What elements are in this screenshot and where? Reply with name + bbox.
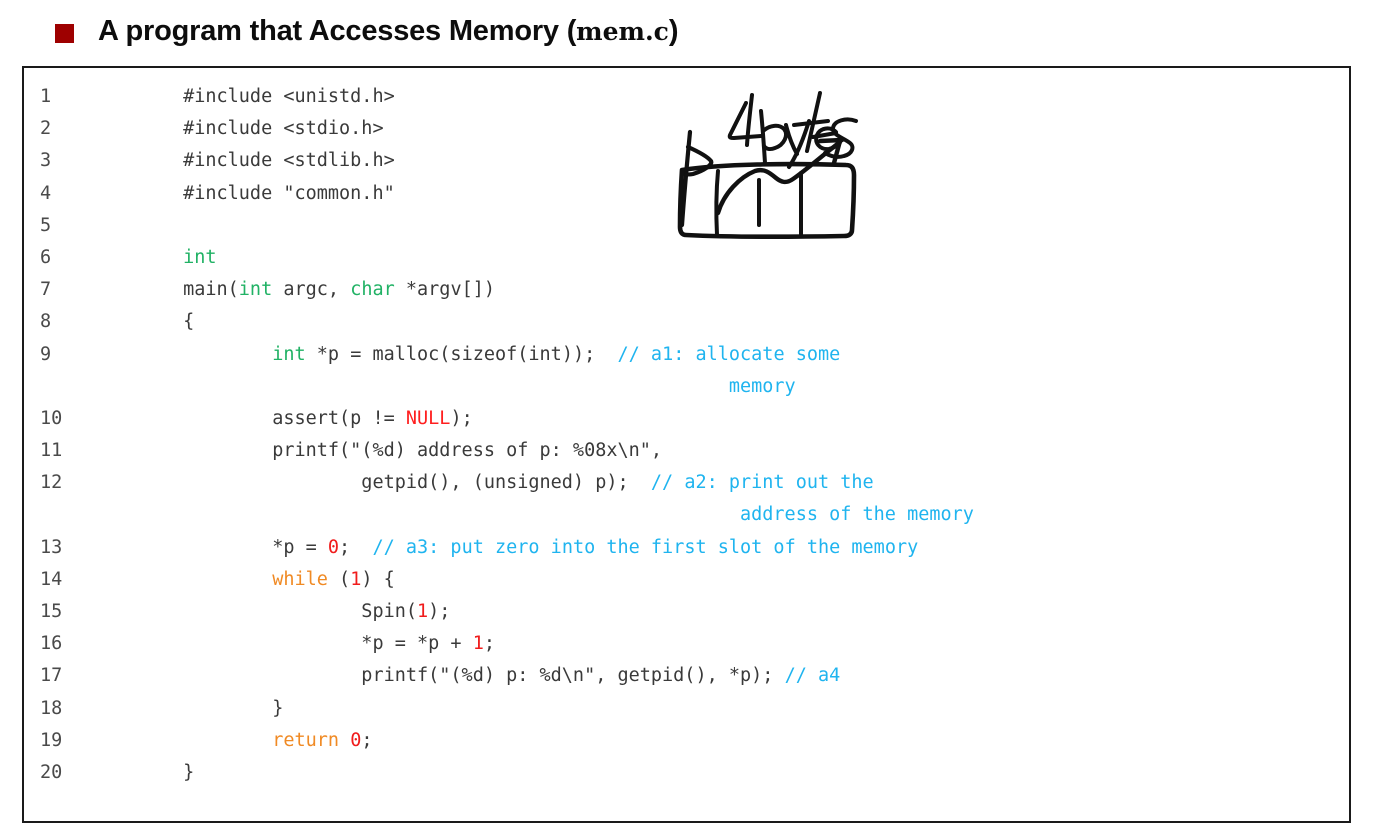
code-token-plain: }	[94, 697, 284, 719]
code-token-kw: int	[183, 246, 217, 268]
code-token-plain: *argv[])	[394, 279, 495, 301]
code-token-plain: );	[428, 601, 451, 622]
code-line: 20 }	[24, 757, 1349, 789]
code-line: 8 {	[24, 306, 1349, 338]
code-token-kw: int	[238, 279, 273, 301]
code-line: 5	[24, 210, 1349, 242]
code-token-plain: printf("(%d) p: %d\n", getpid(), *p);	[94, 665, 785, 687]
code-token-plain: }	[94, 761, 195, 783]
code-line: address of the memory	[24, 499, 1349, 531]
code-line-number: 14	[40, 568, 63, 590]
code-line-number: 9	[40, 343, 52, 365]
code-line: 19 return 0;	[24, 725, 1349, 757]
code-token-num: 0	[327, 536, 340, 558]
code-line: memory	[24, 371, 1349, 403]
code-line: 10 assert(p != NULL);	[24, 403, 1349, 435]
code-line-number: 20	[40, 761, 63, 783]
code-line: 6 int	[24, 242, 1349, 274]
slide-title-row: A program that Accesses Memory (mem.c)	[0, 0, 1377, 62]
code-line-number: 15	[40, 601, 63, 622]
code-token-plain: #include <stdio.h>	[94, 118, 384, 140]
code-token-ctrl: while	[272, 568, 328, 590]
code-line-number: 10	[40, 407, 63, 429]
code-line-number: 8	[40, 311, 52, 333]
code-line-number: 18	[40, 697, 63, 719]
code-token-num: 1	[472, 633, 484, 655]
bullet-square-icon	[55, 23, 74, 43]
page-title-filename: mem.c	[576, 16, 669, 46]
code-listing: 1 #include <unistd.h> 2 #include <stdio.h…	[24, 81, 1349, 789]
code-line: 12 getpid(), (unsigned) p); // a2: print…	[24, 467, 1349, 499]
page-title: A program that Accesses Memory (mem.c)	[98, 14, 679, 48]
code-line-number: 5	[40, 214, 52, 236]
code-token-plain: *p = malloc(sizeof(int));	[305, 343, 618, 365]
code-line: 7 main(int argc, char *argv[])	[24, 274, 1349, 306]
code-token-plain: main(	[94, 279, 239, 301]
code-token-plain: *p =	[94, 536, 328, 558]
code-line-number: 13	[40, 536, 63, 558]
code-line: 4 #include "common.h"	[24, 178, 1349, 210]
code-token-plain: (	[327, 568, 351, 590]
code-line: 16 *p = *p + 1;	[24, 628, 1349, 660]
code-line: 14 while (1) {	[24, 564, 1349, 596]
code-token-plain: );	[450, 407, 473, 429]
code-line-number: 12	[40, 472, 63, 494]
code-token-cmt: // a3: put zero into the first slot of t…	[372, 536, 919, 558]
code-line: 15 Spin(1);	[24, 596, 1349, 628]
code-token-plain: #include "common.h"	[94, 182, 395, 204]
code-line-number: 6	[40, 246, 52, 268]
code-line: 17 printf("(%d) p: %d\n", getpid(), *p);…	[24, 660, 1349, 692]
code-line: 2 #include <stdio.h>	[24, 113, 1349, 145]
code-token-kw: char	[350, 279, 395, 301]
code-line: 3 #include <stdlib.h>	[24, 145, 1349, 177]
code-token-num: 1	[417, 601, 429, 622]
code-token-plain: printf("(%d) address of p: %08x\n",	[94, 440, 663, 462]
code-line: 1 #include <unistd.h>	[24, 81, 1349, 113]
code-token-plain: ) {	[361, 568, 395, 590]
code-token-num: 0	[350, 729, 362, 751]
code-line-number: 16	[40, 633, 63, 655]
page-title-prefix: A program that Accesses Memory (	[98, 14, 577, 47]
code-line-number: 7	[40, 279, 52, 301]
code-token-kw: int	[272, 343, 306, 365]
page-title-suffix: )	[668, 14, 679, 47]
code-line-number: 1	[40, 86, 52, 107]
code-listing-box: 1 #include <unistd.h> 2 #include <stdio.h…	[22, 66, 1351, 823]
code-token-plain: argc,	[272, 279, 351, 301]
code-line-number: 19	[40, 729, 63, 751]
code-token-plain: #include <stdlib.h>	[94, 150, 395, 172]
code-line: 13 *p = 0; // a3: put zero into the firs…	[24, 532, 1349, 564]
code-line-number: 4	[40, 182, 52, 204]
code-token-cmt: address of the memory	[94, 504, 974, 526]
code-token-plain: ;	[361, 729, 373, 751]
code-token-plain: *p = *p +	[94, 633, 473, 655]
code-token-plain: {	[94, 311, 195, 333]
code-token-plain: ;	[339, 536, 373, 558]
code-line-number: 3	[40, 150, 52, 172]
code-line-number: 2	[40, 118, 52, 140]
code-line-number: 17	[40, 665, 63, 687]
code-line: 11 printf("(%d) address of p: %08x\n",	[24, 435, 1349, 467]
code-token-cmt: // a1: allocate some	[617, 343, 841, 365]
code-token-plain: assert(p !=	[94, 407, 406, 429]
code-token-num: 1	[350, 568, 362, 590]
code-token-cmt: // a2: print out the	[650, 472, 874, 494]
code-token-cmt: memory	[94, 375, 796, 397]
code-token-plain: ;	[483, 633, 495, 655]
code-token-macro: NULL	[405, 407, 451, 429]
code-token-ctrl: return	[272, 729, 340, 751]
code-token-plain: getpid(), (unsigned) p);	[94, 472, 651, 494]
code-line-number: 11	[40, 440, 63, 462]
code-line: 9 int *p = malloc(sizeof(int)); // a1: a…	[24, 339, 1349, 371]
code-line: 18 }	[24, 693, 1349, 725]
code-token-cmt: // a4	[784, 665, 841, 687]
code-token-plain: Spin(	[94, 601, 418, 622]
code-token-plain: #include <unistd.h>	[94, 86, 395, 107]
